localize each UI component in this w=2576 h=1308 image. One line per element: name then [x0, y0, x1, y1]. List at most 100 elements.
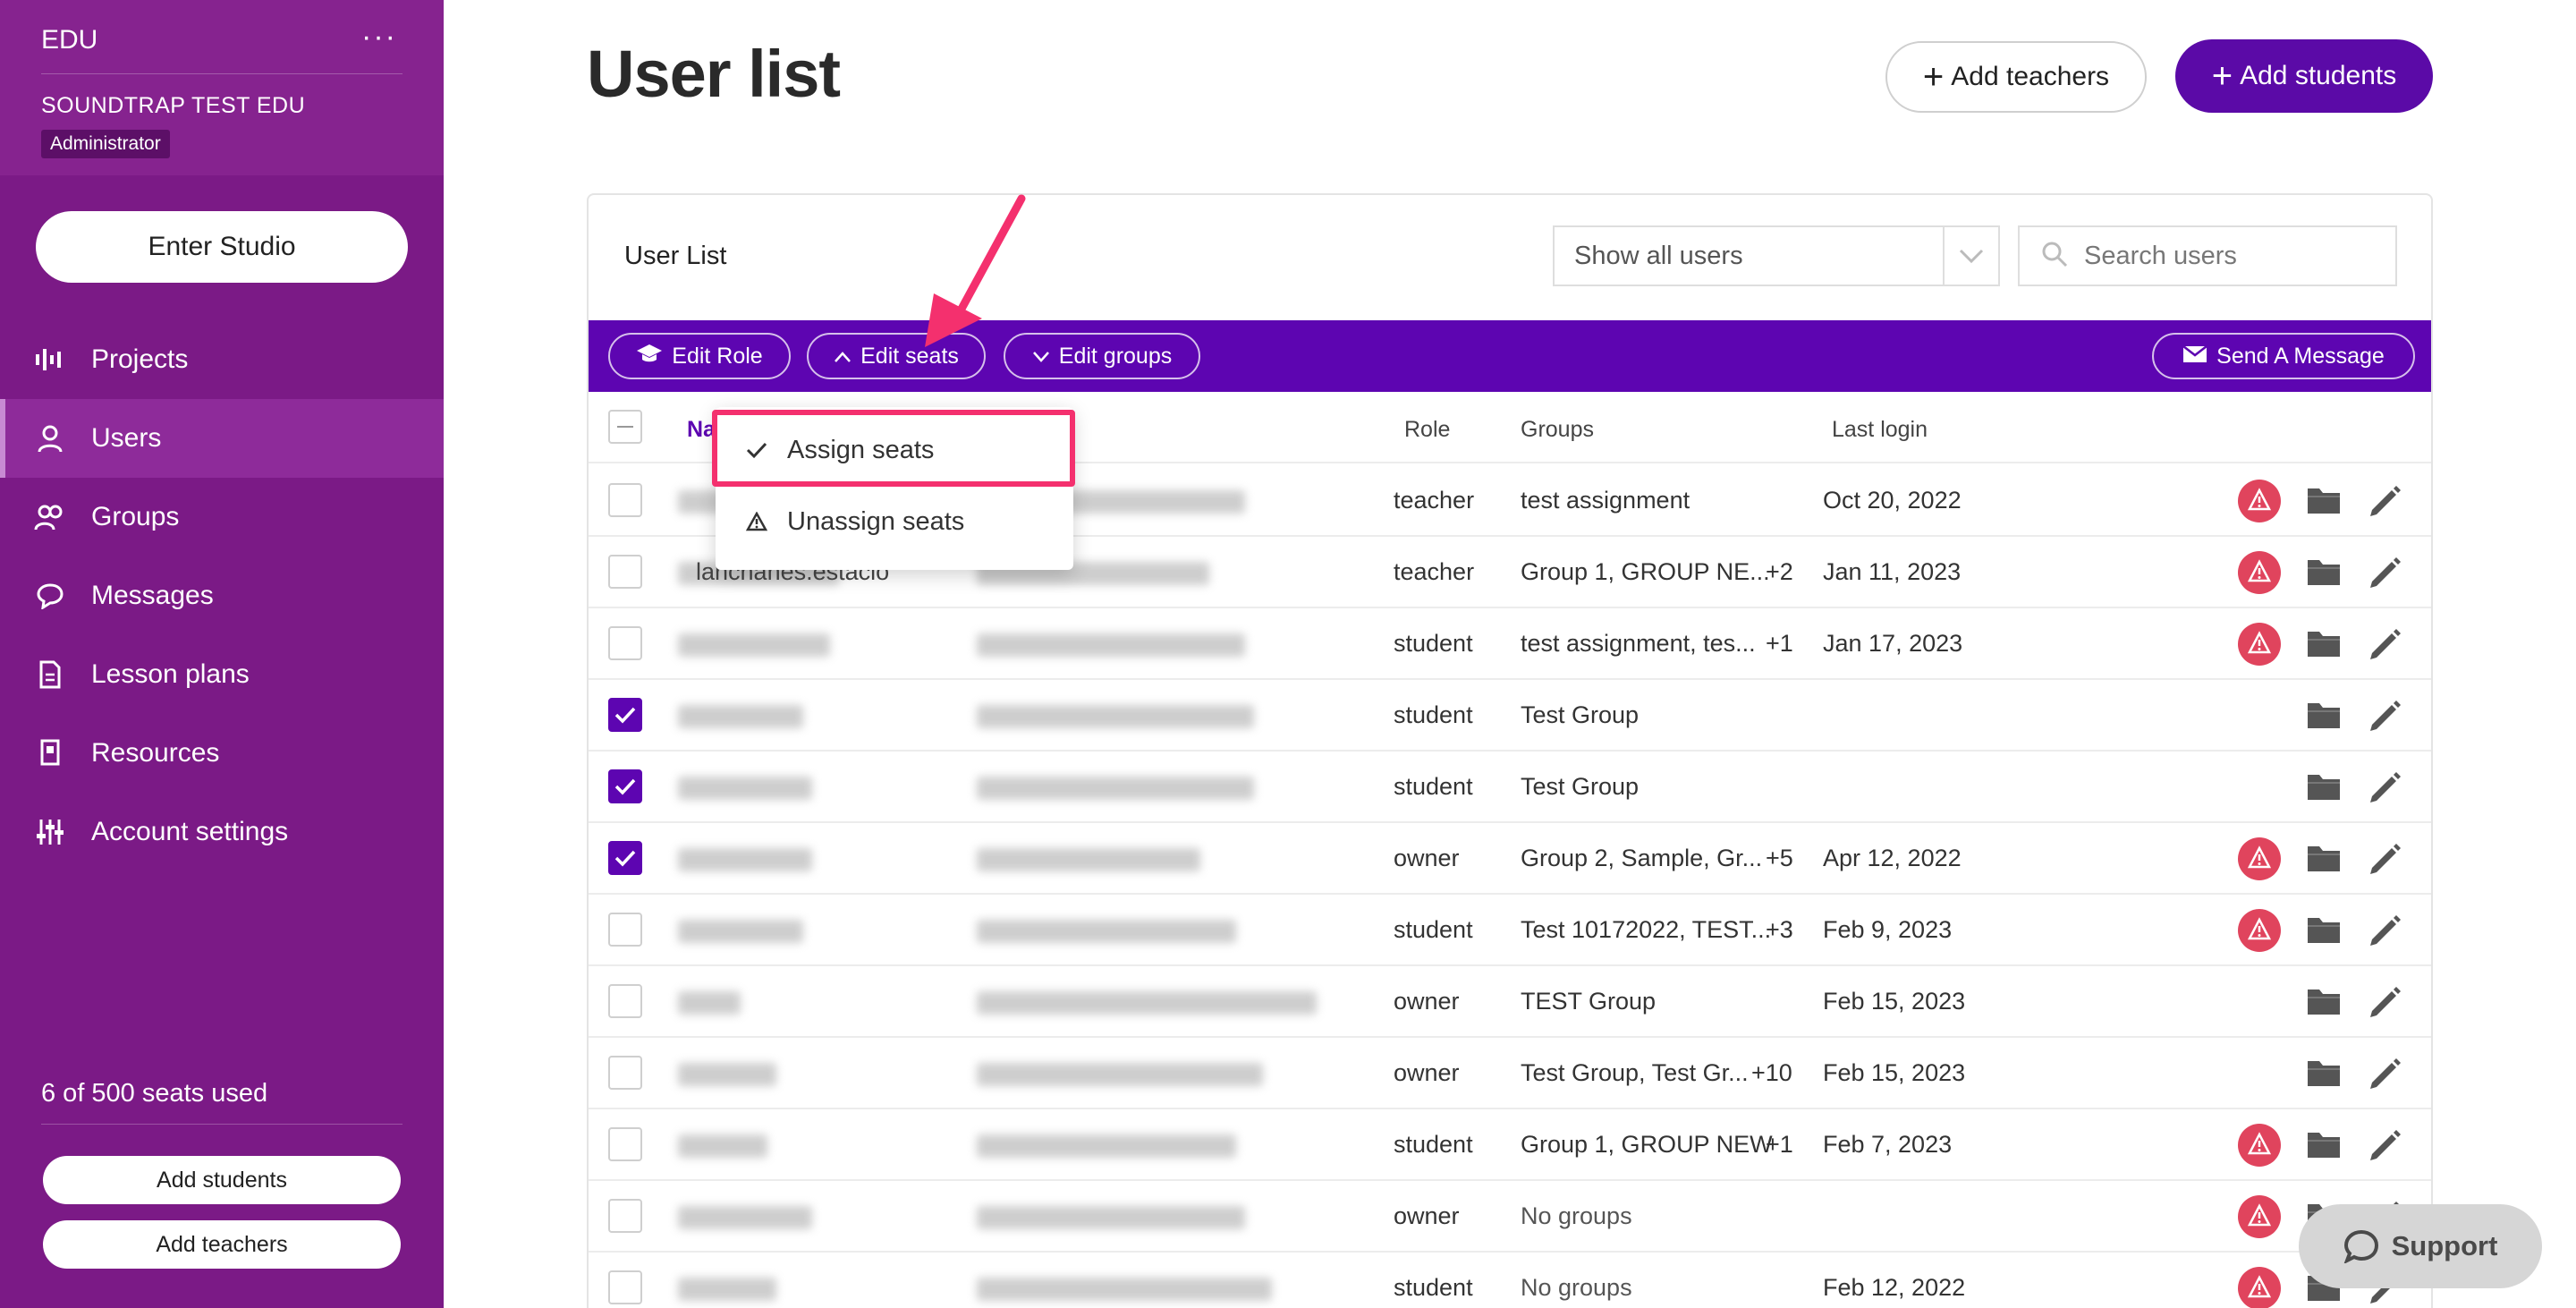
folder-icon[interactable] — [2306, 771, 2342, 808]
divider — [41, 73, 402, 74]
table-row[interactable]: student Test Group — [589, 680, 2431, 752]
search-box[interactable] — [2018, 225, 2397, 286]
chevron-down-icon[interactable] — [1943, 227, 1998, 285]
folder-icon[interactable] — [2306, 700, 2342, 736]
pencil-edit-icon[interactable] — [2367, 698, 2402, 740]
column-header-groups[interactable]: Groups — [1521, 417, 1594, 443]
row-checkbox[interactable] — [608, 483, 642, 517]
search-input[interactable] — [2084, 241, 2370, 271]
last-login: Feb 15, 2023 — [1823, 1059, 1966, 1086]
row-checkbox[interactable] — [608, 841, 642, 875]
sidebar-item-projects[interactable]: Projects — [0, 320, 444, 399]
graduation-cap-icon — [636, 344, 663, 369]
pencil-edit-icon[interactable] — [2367, 1056, 2402, 1098]
send-message-button[interactable]: Send A Message — [2152, 333, 2415, 379]
seats-used-label: 6 of 500 seats used — [41, 1079, 268, 1108]
folder-icon[interactable] — [2306, 556, 2342, 593]
folder-icon[interactable] — [2306, 485, 2342, 522]
row-checkbox[interactable] — [608, 626, 642, 660]
sidebar-item-label: Projects — [91, 344, 189, 374]
more-groups-count[interactable]: +1 — [1766, 1131, 1793, 1159]
more-groups-count[interactable]: +10 — [1751, 1059, 1792, 1087]
pencil-edit-icon[interactable] — [2367, 841, 2402, 883]
seat-warning-icon[interactable] — [2238, 837, 2281, 887]
assign-seats-menu-item[interactable]: Assign seats — [716, 414, 1073, 486]
last-login: Feb 12, 2022 — [1823, 1274, 1966, 1301]
row-checkbox[interactable] — [608, 698, 642, 732]
user-groups: test assignment — [1521, 487, 1690, 514]
row-checkbox[interactable] — [608, 913, 642, 947]
add-teachers-button[interactable]: + Add teachers — [1885, 41, 2147, 113]
seat-warning-icon[interactable] — [2238, 623, 2281, 672]
sidebar-item-groups[interactable]: Groups — [0, 478, 444, 556]
pencil-edit-icon[interactable] — [2367, 1127, 2402, 1169]
sidebar-item-label: Lesson plans — [91, 659, 250, 689]
table-row[interactable]: student Test Group — [589, 752, 2431, 823]
sidebar-item-resources[interactable]: Resources — [0, 714, 444, 793]
sidebar-item-lesson-plans[interactable]: Lesson plans — [0, 635, 444, 714]
row-checkbox[interactable] — [608, 1127, 642, 1161]
sidebar-item-messages[interactable]: Messages — [0, 556, 444, 635]
users-icon — [34, 501, 66, 533]
row-checkbox[interactable] — [608, 984, 642, 1018]
more-groups-count[interactable]: +1 — [1766, 630, 1793, 658]
pencil-edit-icon[interactable] — [2367, 555, 2402, 597]
folder-icon[interactable] — [2306, 1129, 2342, 1166]
column-header-last-login[interactable]: Last login — [1832, 417, 1928, 443]
seat-warning-icon[interactable] — [2238, 1124, 2281, 1173]
table-row[interactable]: owner TEST Group Feb 15, 2023 — [589, 966, 2431, 1038]
seat-warning-icon[interactable] — [2238, 1195, 2281, 1244]
edit-role-button[interactable]: Edit Role — [608, 333, 791, 379]
add-teachers-label: Add teachers — [1951, 62, 2110, 91]
unassign-seats-menu-item[interactable]: Unassign seats — [716, 486, 1073, 557]
row-checkbox[interactable] — [608, 1056, 642, 1090]
sidebar-add-students-button[interactable]: Add students — [43, 1156, 401, 1204]
enter-studio-button[interactable]: Enter Studio — [36, 211, 408, 283]
sidebar-item-account-settings[interactable]: Account settings — [0, 793, 444, 871]
send-message-label: Send A Message — [2216, 343, 2385, 369]
row-checkbox[interactable] — [608, 555, 642, 589]
last-login: Feb 9, 2023 — [1823, 916, 1953, 943]
support-button[interactable]: Support — [2299, 1204, 2542, 1288]
more-groups-count[interactable]: +5 — [1766, 845, 1793, 872]
pencil-edit-icon[interactable] — [2367, 626, 2402, 668]
table-row[interactable]: student Group 1, GROUP NEW +1 Feb 7, 2023 — [589, 1109, 2431, 1181]
seat-warning-icon[interactable] — [2238, 551, 2281, 600]
sidebar-item-users[interactable]: Users — [0, 399, 444, 478]
table-row[interactable]: student No groups Feb 12, 2022 — [589, 1253, 2431, 1308]
user-role: student — [1394, 1274, 1473, 1301]
sidebar-add-teachers-button[interactable]: Add teachers — [43, 1220, 401, 1269]
table-row[interactable]: student Test 10172022, TEST... +3 Feb 9, 20… — [589, 895, 2431, 966]
row-checkbox[interactable] — [608, 769, 642, 803]
pencil-edit-icon[interactable] — [2367, 984, 2402, 1026]
more-groups-count[interactable]: +3 — [1766, 916, 1793, 944]
table-row[interactable]: owner Group 2, Sample, Gr... +5 Apr 12, 202… — [589, 823, 2431, 895]
seat-warning-icon[interactable] — [2238, 1267, 2281, 1308]
table-row[interactable]: owner No groups — [589, 1181, 2431, 1253]
folder-icon[interactable] — [2306, 986, 2342, 1023]
row-checkbox[interactable] — [608, 1270, 642, 1304]
user-role: student — [1394, 916, 1473, 943]
seat-warning-icon[interactable] — [2238, 480, 2281, 529]
select-all-checkbox[interactable] — [608, 410, 642, 444]
column-header-role[interactable]: Role — [1404, 417, 1450, 443]
user-filter-select[interactable]: Show all users — [1553, 225, 2000, 286]
redacted-name — [678, 848, 812, 871]
divider — [41, 1124, 402, 1125]
seat-warning-icon[interactable] — [2238, 909, 2281, 958]
row-checkbox[interactable] — [608, 1199, 642, 1233]
ellipsis-icon[interactable]: ··· — [361, 20, 397, 55]
table-row[interactable]: student test assignment, tes... +1 Jan 17, … — [589, 608, 2431, 680]
more-groups-count[interactable]: +2 — [1766, 558, 1793, 586]
table-row[interactable]: owner Test Group, Test Gr... +10 Feb 15, 20… — [589, 1038, 2431, 1109]
folder-icon[interactable] — [2306, 914, 2342, 951]
school-name: SOUNDTRAP TEST EDU — [41, 93, 306, 118]
add-students-button[interactable]: + Add students — [2175, 39, 2433, 113]
pencil-edit-icon[interactable] — [2367, 769, 2402, 811]
folder-icon[interactable] — [2306, 1057, 2342, 1094]
pencil-edit-icon[interactable] — [2367, 483, 2402, 525]
chat-bubble-icon — [34, 580, 66, 612]
folder-icon[interactable] — [2306, 843, 2342, 879]
pencil-edit-icon[interactable] — [2367, 913, 2402, 955]
folder-icon[interactable] — [2306, 628, 2342, 665]
